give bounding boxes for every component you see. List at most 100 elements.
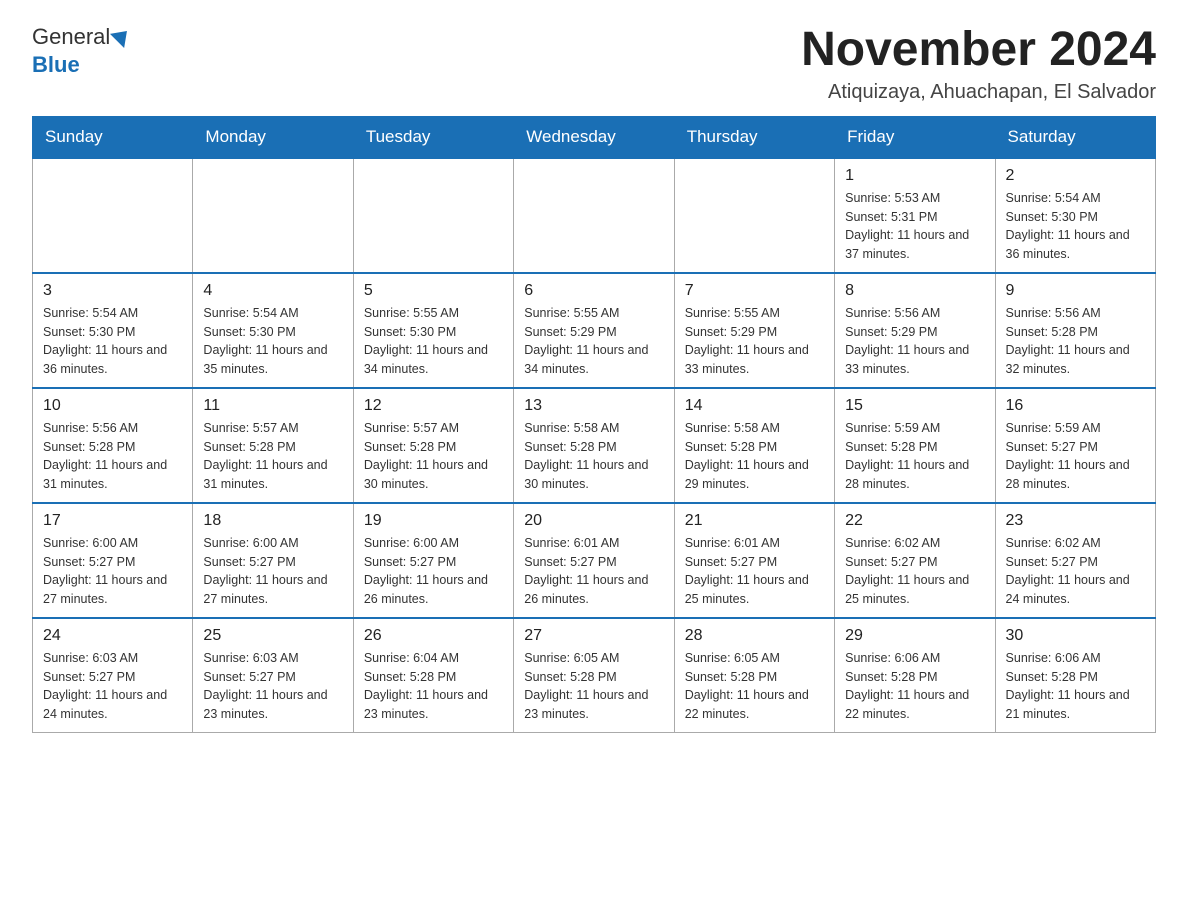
calendar-cell: 23 Sunrise: 6:02 AMSunset: 5:27 PMDayligh… (995, 503, 1155, 618)
calendar-cell: 7Sunrise: 5:55 AMSunset: 5:29 PMDaylight… (674, 273, 834, 388)
calendar-cell: 12 Sunrise: 5:57 AMSunset: 5:28 PMDayligh… (353, 388, 513, 503)
calendar-cell: 3 Sunrise: 5:54 AMSunset: 5:30 PMDaylight… (33, 273, 193, 388)
day-info: Sunrise: 6:04 AMSunset: 5:28 PMDaylight:… (364, 649, 503, 724)
day-of-week-header: Monday (193, 116, 353, 158)
day-number: 11 (203, 397, 342, 415)
day-info: Sunrise: 5:55 AMSunset: 5:29 PMDaylight:… (524, 304, 663, 379)
day-of-week-header: Saturday (995, 116, 1155, 158)
calendar-table: SundayMondayTuesdayWednesdayThursdayFrid… (32, 116, 1156, 733)
day-number: 2 (1006, 167, 1145, 185)
logo-triangle-icon (110, 24, 134, 48)
day-number: 24 (43, 627, 182, 645)
day-of-week-header: Sunday (33, 116, 193, 158)
calendar-cell: 4 Sunrise: 5:54 AMSunset: 5:30 PMDaylight… (193, 273, 353, 388)
day-number: 4 (203, 282, 342, 300)
page-title: November 2024 (801, 24, 1156, 77)
calendar-row: 17 Sunrise: 6:00 AMSunset: 5:27 PMDayligh… (33, 503, 1156, 618)
calendar-cell: 2 Sunrise: 5:54 AMSunset: 5:30 PMDaylight… (995, 158, 1155, 273)
calendar-cell: 14Sunrise: 5:58 AMSunset: 5:28 PMDayligh… (674, 388, 834, 503)
calendar-cell: 1 Sunrise: 5:53 AMSunset: 5:31 PMDaylight… (835, 158, 995, 273)
calendar-cell (193, 158, 353, 273)
calendar-row: 10 Sunrise: 5:56 AMSunset: 5:28 PMDayligh… (33, 388, 1156, 503)
calendar-cell: 10 Sunrise: 5:56 AMSunset: 5:28 PMDayligh… (33, 388, 193, 503)
day-number: 20 (524, 512, 663, 530)
day-number: 15 (845, 397, 984, 415)
calendar-cell (514, 158, 674, 273)
day-info: Sunrise: 5:56 AMSunset: 5:28 PMDaylight:… (1006, 304, 1145, 379)
days-of-week-row: SundayMondayTuesdayWednesdayThursdayFrid… (33, 116, 1156, 158)
day-info: Sunrise: 5:54 AMSunset: 5:30 PMDaylight:… (203, 304, 342, 379)
day-number: 13 (524, 397, 663, 415)
day-info: Sunrise: 6:05 AMSunset: 5:28 PMDaylight:… (524, 649, 663, 724)
page-header: General Blue November 2024 Atiquizaya, A… (32, 24, 1156, 104)
calendar-cell: 16 Sunrise: 5:59 AMSunset: 5:27 PMDayligh… (995, 388, 1155, 503)
day-info: Sunrise: 5:59 AMSunset: 5:28 PMDaylight:… (845, 419, 984, 494)
calendar-cell: 29Sunrise: 6:06 AMSunset: 5:28 PMDayligh… (835, 618, 995, 733)
day-of-week-header: Tuesday (353, 116, 513, 158)
calendar-cell: 24 Sunrise: 6:03 AMSunset: 5:27 PMDayligh… (33, 618, 193, 733)
calendar-cell: 30 Sunrise: 6:06 AMSunset: 5:28 PMDayligh… (995, 618, 1155, 733)
calendar-header: SundayMondayTuesdayWednesdayThursdayFrid… (33, 116, 1156, 158)
day-number: 8 (845, 282, 984, 300)
calendar-cell: 25Sunrise: 6:03 AMSunset: 5:27 PMDayligh… (193, 618, 353, 733)
day-info: Sunrise: 5:54 AMSunset: 5:30 PMDaylight:… (43, 304, 182, 379)
day-number: 7 (685, 282, 824, 300)
day-number: 12 (364, 397, 503, 415)
day-info: Sunrise: 6:06 AMSunset: 5:28 PMDaylight:… (1006, 649, 1145, 724)
day-number: 6 (524, 282, 663, 300)
calendar-cell: 15 Sunrise: 5:59 AMSunset: 5:28 PMDayligh… (835, 388, 995, 503)
day-number: 16 (1006, 397, 1145, 415)
day-info: Sunrise: 6:06 AMSunset: 5:28 PMDaylight:… (845, 649, 984, 724)
day-number: 30 (1006, 627, 1145, 645)
page-subtitle: Atiquizaya, Ahuachapan, El Salvador (801, 81, 1156, 104)
calendar-cell: 22 Sunrise: 6:02 AMSunset: 5:27 PMDayligh… (835, 503, 995, 618)
calendar-cell: 13 Sunrise: 5:58 AMSunset: 5:28 PMDayligh… (514, 388, 674, 503)
day-number: 21 (685, 512, 824, 530)
day-info: Sunrise: 6:02 AMSunset: 5:27 PMDaylight:… (1006, 534, 1145, 609)
logo: General Blue (32, 24, 132, 78)
title-block: November 2024 Atiquizaya, Ahuachapan, El… (801, 24, 1156, 104)
day-number: 23 (1006, 512, 1145, 530)
calendar-row: 24 Sunrise: 6:03 AMSunset: 5:27 PMDayligh… (33, 618, 1156, 733)
calendar-cell: 27 Sunrise: 6:05 AMSunset: 5:28 PMDayligh… (514, 618, 674, 733)
calendar-cell: 11Sunrise: 5:57 AMSunset: 5:28 PMDayligh… (193, 388, 353, 503)
day-info: Sunrise: 6:01 AMSunset: 5:27 PMDaylight:… (524, 534, 663, 609)
calendar-cell: 26Sunrise: 6:04 AMSunset: 5:28 PMDayligh… (353, 618, 513, 733)
calendar-cell: 19 Sunrise: 6:00 AMSunset: 5:27 PMDayligh… (353, 503, 513, 618)
day-number: 19 (364, 512, 503, 530)
calendar-cell (353, 158, 513, 273)
calendar-cell: 9Sunrise: 5:56 AMSunset: 5:28 PMDaylight… (995, 273, 1155, 388)
day-number: 27 (524, 627, 663, 645)
day-info: Sunrise: 5:59 AMSunset: 5:27 PMDaylight:… (1006, 419, 1145, 494)
day-number: 1 (845, 167, 984, 185)
day-info: Sunrise: 5:58 AMSunset: 5:28 PMDaylight:… (685, 419, 824, 494)
calendar-row: 1 Sunrise: 5:53 AMSunset: 5:31 PMDaylight… (33, 158, 1156, 273)
day-info: Sunrise: 5:56 AMSunset: 5:28 PMDaylight:… (43, 419, 182, 494)
day-number: 17 (43, 512, 182, 530)
day-number: 3 (43, 282, 182, 300)
day-info: Sunrise: 5:56 AMSunset: 5:29 PMDaylight:… (845, 304, 984, 379)
day-info: Sunrise: 5:54 AMSunset: 5:30 PMDaylight:… (1006, 189, 1145, 264)
day-info: Sunrise: 6:00 AMSunset: 5:27 PMDaylight:… (364, 534, 503, 609)
day-number: 5 (364, 282, 503, 300)
day-info: Sunrise: 6:05 AMSunset: 5:28 PMDaylight:… (685, 649, 824, 724)
day-number: 28 (685, 627, 824, 645)
day-number: 25 (203, 627, 342, 645)
calendar-cell: 5Sunrise: 5:55 AMSunset: 5:30 PMDaylight… (353, 273, 513, 388)
day-number: 10 (43, 397, 182, 415)
calendar-cell: 21Sunrise: 6:01 AMSunset: 5:27 PMDayligh… (674, 503, 834, 618)
calendar-body: 1 Sunrise: 5:53 AMSunset: 5:31 PMDaylight… (33, 158, 1156, 733)
calendar-cell: 28 Sunrise: 6:05 AMSunset: 5:28 PMDayligh… (674, 618, 834, 733)
calendar-cell: 8 Sunrise: 5:56 AMSunset: 5:29 PMDaylight… (835, 273, 995, 388)
day-info: Sunrise: 5:58 AMSunset: 5:28 PMDaylight:… (524, 419, 663, 494)
day-info: Sunrise: 6:00 AMSunset: 5:27 PMDaylight:… (203, 534, 342, 609)
day-number: 22 (845, 512, 984, 530)
day-info: Sunrise: 6:03 AMSunset: 5:27 PMDaylight:… (43, 649, 182, 724)
day-of-week-header: Wednesday (514, 116, 674, 158)
day-info: Sunrise: 6:02 AMSunset: 5:27 PMDaylight:… (845, 534, 984, 609)
day-info: Sunrise: 5:57 AMSunset: 5:28 PMDaylight:… (364, 419, 503, 494)
day-info: Sunrise: 5:53 AMSunset: 5:31 PMDaylight:… (845, 189, 984, 264)
day-number: 18 (203, 512, 342, 530)
calendar-row: 3 Sunrise: 5:54 AMSunset: 5:30 PMDaylight… (33, 273, 1156, 388)
day-of-week-header: Thursday (674, 116, 834, 158)
